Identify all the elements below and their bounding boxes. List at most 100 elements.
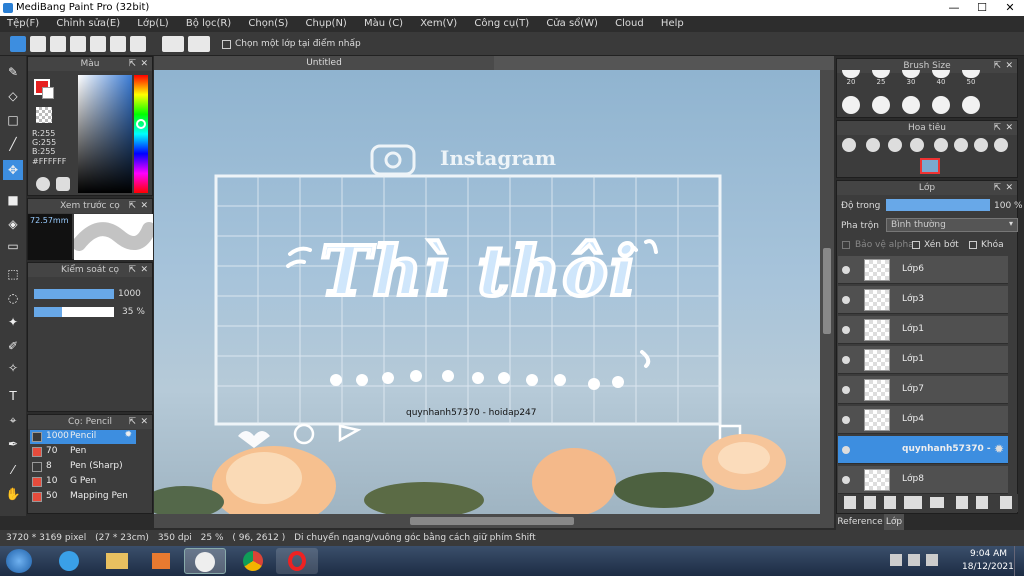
menu-edit[interactable]: Chỉnh sửa(E) (49, 16, 127, 29)
opera-icon[interactable] (276, 548, 318, 574)
layer-row[interactable]: Lớp8 (838, 466, 1008, 494)
maximize-button[interactable]: ☐ (968, 0, 996, 16)
brush-tool-icon[interactable]: ✎ (3, 62, 23, 82)
tab-layer[interactable]: Lớp (884, 514, 904, 530)
explorer-icon[interactable] (96, 548, 138, 574)
menu-layer[interactable]: Lớp(L) (130, 16, 175, 29)
duplicate-layer-icon[interactable] (956, 496, 968, 509)
hand-tool-icon[interactable]: ✋ (3, 484, 23, 504)
pin-icon[interactable]: ⇱ (128, 415, 136, 429)
pin-icon[interactable]: ⇱ (128, 199, 136, 213)
menu-tools[interactable]: Công cụ(T) (467, 16, 536, 29)
protect-alpha-checkbox[interactable] (842, 241, 850, 249)
brush-size-preset[interactable]: 40 (930, 70, 952, 86)
menu-window[interactable]: Cửa sổ(W) (539, 16, 605, 29)
brush-item-g-pen[interactable]: 10 G Pen (30, 475, 136, 489)
eye-icon[interactable] (842, 356, 850, 364)
rotate-right-icon[interactable] (974, 138, 988, 152)
pin-icon[interactable]: ⇱ (128, 263, 136, 277)
navigator-thumbnail[interactable] (920, 158, 940, 174)
layer-row[interactable]: Lớp6 (838, 256, 1008, 284)
menu-select[interactable]: Chọn(S) (241, 16, 295, 29)
actual-size-icon[interactable] (910, 138, 924, 152)
palette-icon[interactable] (36, 177, 50, 191)
close-icon[interactable]: ✕ (140, 199, 148, 213)
eraser-tool-icon[interactable]: ◇ (3, 86, 23, 106)
media-player-icon[interactable] (140, 548, 182, 574)
brush-size-preset[interactable] (930, 96, 952, 114)
brush-size-preset[interactable]: 20 (840, 70, 862, 86)
page-icon[interactable] (90, 36, 106, 52)
tab-reference[interactable]: Reference (836, 514, 884, 530)
trash-icon[interactable] (1000, 496, 1012, 509)
fill-rect-icon[interactable]: ■ (3, 190, 23, 210)
saturation-value-picker[interactable] (78, 75, 132, 193)
pin-icon[interactable]: ⇱ (993, 181, 1001, 195)
dropper-icon[interactable]: ✒ (3, 434, 23, 454)
rotate-left-icon[interactable] (934, 138, 948, 152)
layer-row[interactable]: Lớp1 (838, 316, 1008, 344)
clock-date[interactable]: 18/12/2021 (962, 562, 1014, 572)
document-icon[interactable] (70, 36, 86, 52)
brush-item-pen[interactable]: 70 Pen (30, 445, 136, 459)
eye-icon[interactable] (842, 446, 850, 454)
transparent-swatch[interactable] (36, 107, 52, 123)
hue-slider[interactable] (134, 75, 148, 193)
vertical-scroll-thumb[interactable] (823, 248, 831, 334)
pin-icon[interactable]: ⇱ (128, 57, 136, 71)
operation-icon[interactable]: ⌖ (3, 410, 23, 430)
menu-view[interactable]: Xem(V) (413, 16, 464, 29)
close-icon[interactable]: ✕ (140, 57, 148, 71)
clock-time[interactable]: 9:04 AM (970, 549, 1007, 559)
folder-icon[interactable] (930, 497, 944, 508)
undo-icon[interactable] (162, 36, 184, 52)
add-layer-menu-icon[interactable] (904, 496, 922, 509)
flag-icon[interactable] (890, 554, 902, 566)
menu-color[interactable]: Màu (C) (357, 16, 410, 29)
menu-file[interactable]: Tệp(F) (0, 16, 46, 29)
menu-help[interactable]: Help (654, 16, 691, 29)
merge-layer-icon[interactable] (976, 496, 988, 509)
layer-row[interactable]: Lớp1 (838, 346, 1008, 374)
comment-icon[interactable] (50, 36, 66, 52)
fit-icon[interactable] (888, 138, 902, 152)
blend-mode-select[interactable]: Bình thường ▾ (886, 218, 1018, 232)
chrome-icon[interactable] (232, 548, 274, 574)
layer-row[interactable]: Lớp7 (838, 376, 1008, 404)
brush-opacity-slider[interactable] (34, 307, 114, 317)
export-icon[interactable] (30, 36, 46, 52)
brush-item-mapping-pen[interactable]: 50 Mapping Pen (30, 490, 136, 504)
brush-size-preset[interactable]: 30 (900, 70, 922, 86)
canvas-artwork[interactable]: Instagram Thì thôi quynhanh57370 - hoida… (154, 70, 820, 514)
close-icon[interactable]: ✕ (1005, 121, 1013, 135)
line-tool-icon[interactable]: ╱ (3, 134, 23, 154)
brush-size-slider[interactable] (34, 289, 114, 299)
close-button[interactable]: ✕ (996, 0, 1024, 16)
new-8bit-layer-icon[interactable] (884, 496, 896, 509)
gradient-icon[interactable]: ▭ (3, 236, 23, 256)
brush-size-preset[interactable]: 25 (870, 70, 892, 86)
close-icon[interactable]: ✕ (1005, 59, 1013, 73)
pin-icon[interactable]: ⇱ (993, 121, 1001, 135)
close-icon[interactable]: ✕ (140, 415, 148, 429)
menu-snap[interactable]: Chụp(N) (299, 16, 354, 29)
close-icon[interactable]: ✕ (1005, 181, 1013, 195)
grid-icon[interactable] (110, 36, 126, 52)
medibang-task-icon[interactable] (184, 548, 226, 574)
eye-icon[interactable] (842, 476, 850, 484)
minimize-button[interactable]: — (940, 0, 968, 16)
brush-item-pencil[interactable]: 1000 Pencil ✹ (30, 430, 136, 444)
flip-icon[interactable] (994, 138, 1008, 152)
move-tool-icon[interactable]: ✥ (3, 160, 23, 180)
redo-icon[interactable] (188, 36, 210, 52)
eye-icon[interactable] (842, 266, 850, 274)
volume-icon[interactable] (926, 554, 938, 566)
select-eraser-icon[interactable]: ✧ (3, 358, 23, 378)
select-pen-icon[interactable]: ✐ (3, 336, 23, 356)
layer-opacity-slider[interactable] (886, 199, 990, 211)
bucket-icon[interactable]: ◈ (3, 214, 23, 234)
color-wheel-icon[interactable] (56, 177, 70, 191)
horizontal-scrollbar[interactable] (154, 514, 834, 528)
brush-item-pen-sharp[interactable]: 8 Pen (Sharp) (30, 460, 136, 474)
clipping-checkbox[interactable] (912, 241, 920, 249)
